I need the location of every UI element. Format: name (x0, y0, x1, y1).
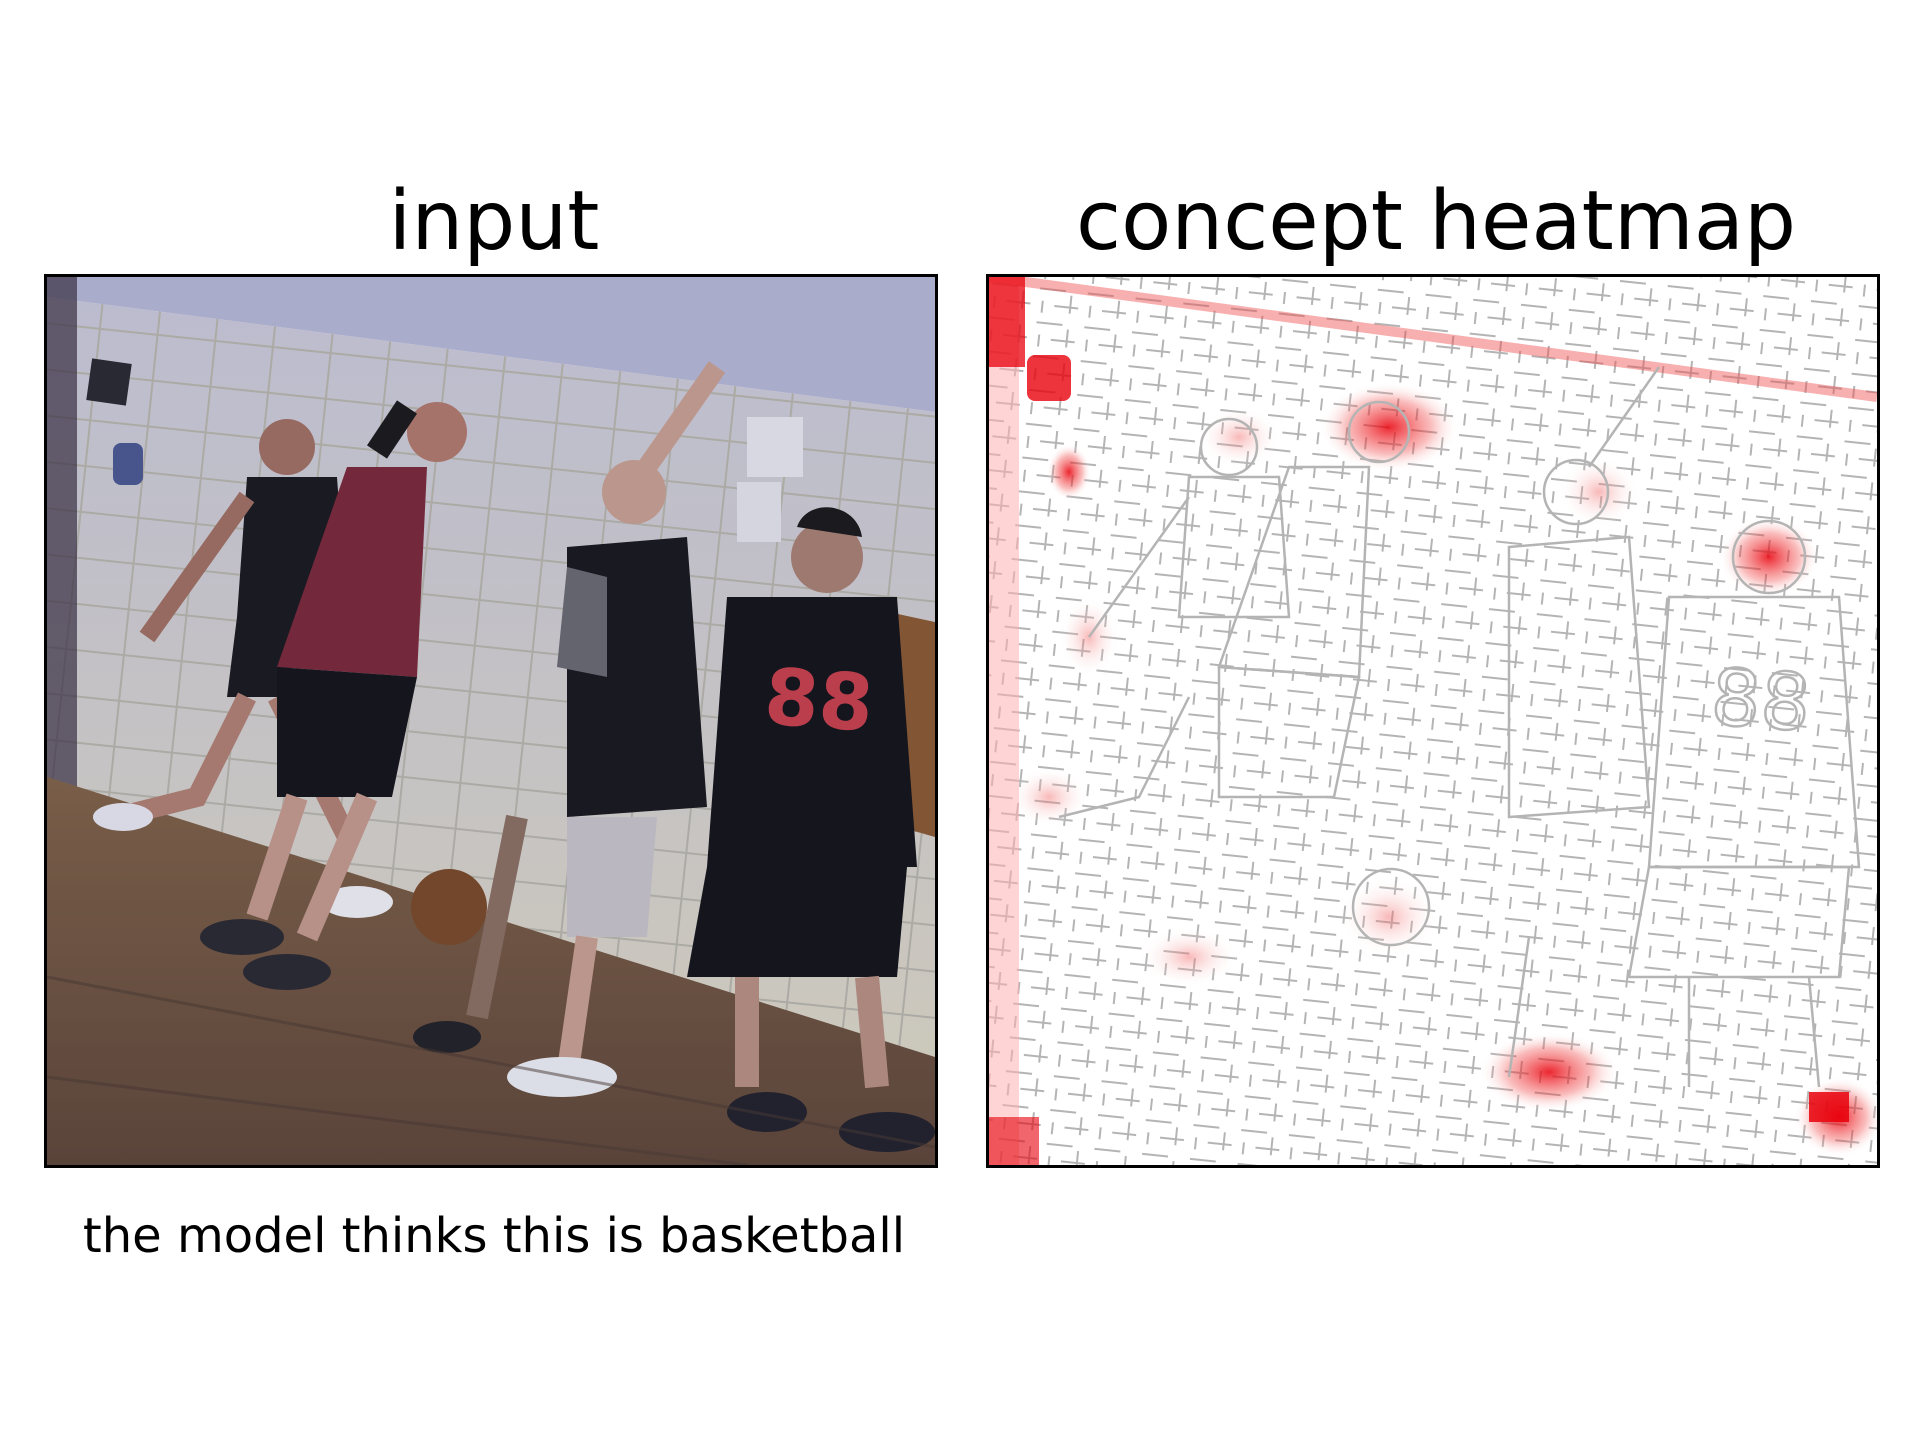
input-image: 88 (44, 274, 938, 1168)
heatmap-panel-title: concept heatmap (1075, 174, 1797, 269)
prediction-caption: the model thinks this is basketball (82, 1208, 906, 1264)
heatmap-svg: 88 (989, 277, 1877, 1165)
input-panel-title: input (388, 174, 600, 269)
jersey-number-heatmap: 88 (1708, 653, 1813, 750)
concept-heatmap-image: 88 (986, 274, 1880, 1168)
input-photo-svg: 88 (47, 277, 935, 1165)
